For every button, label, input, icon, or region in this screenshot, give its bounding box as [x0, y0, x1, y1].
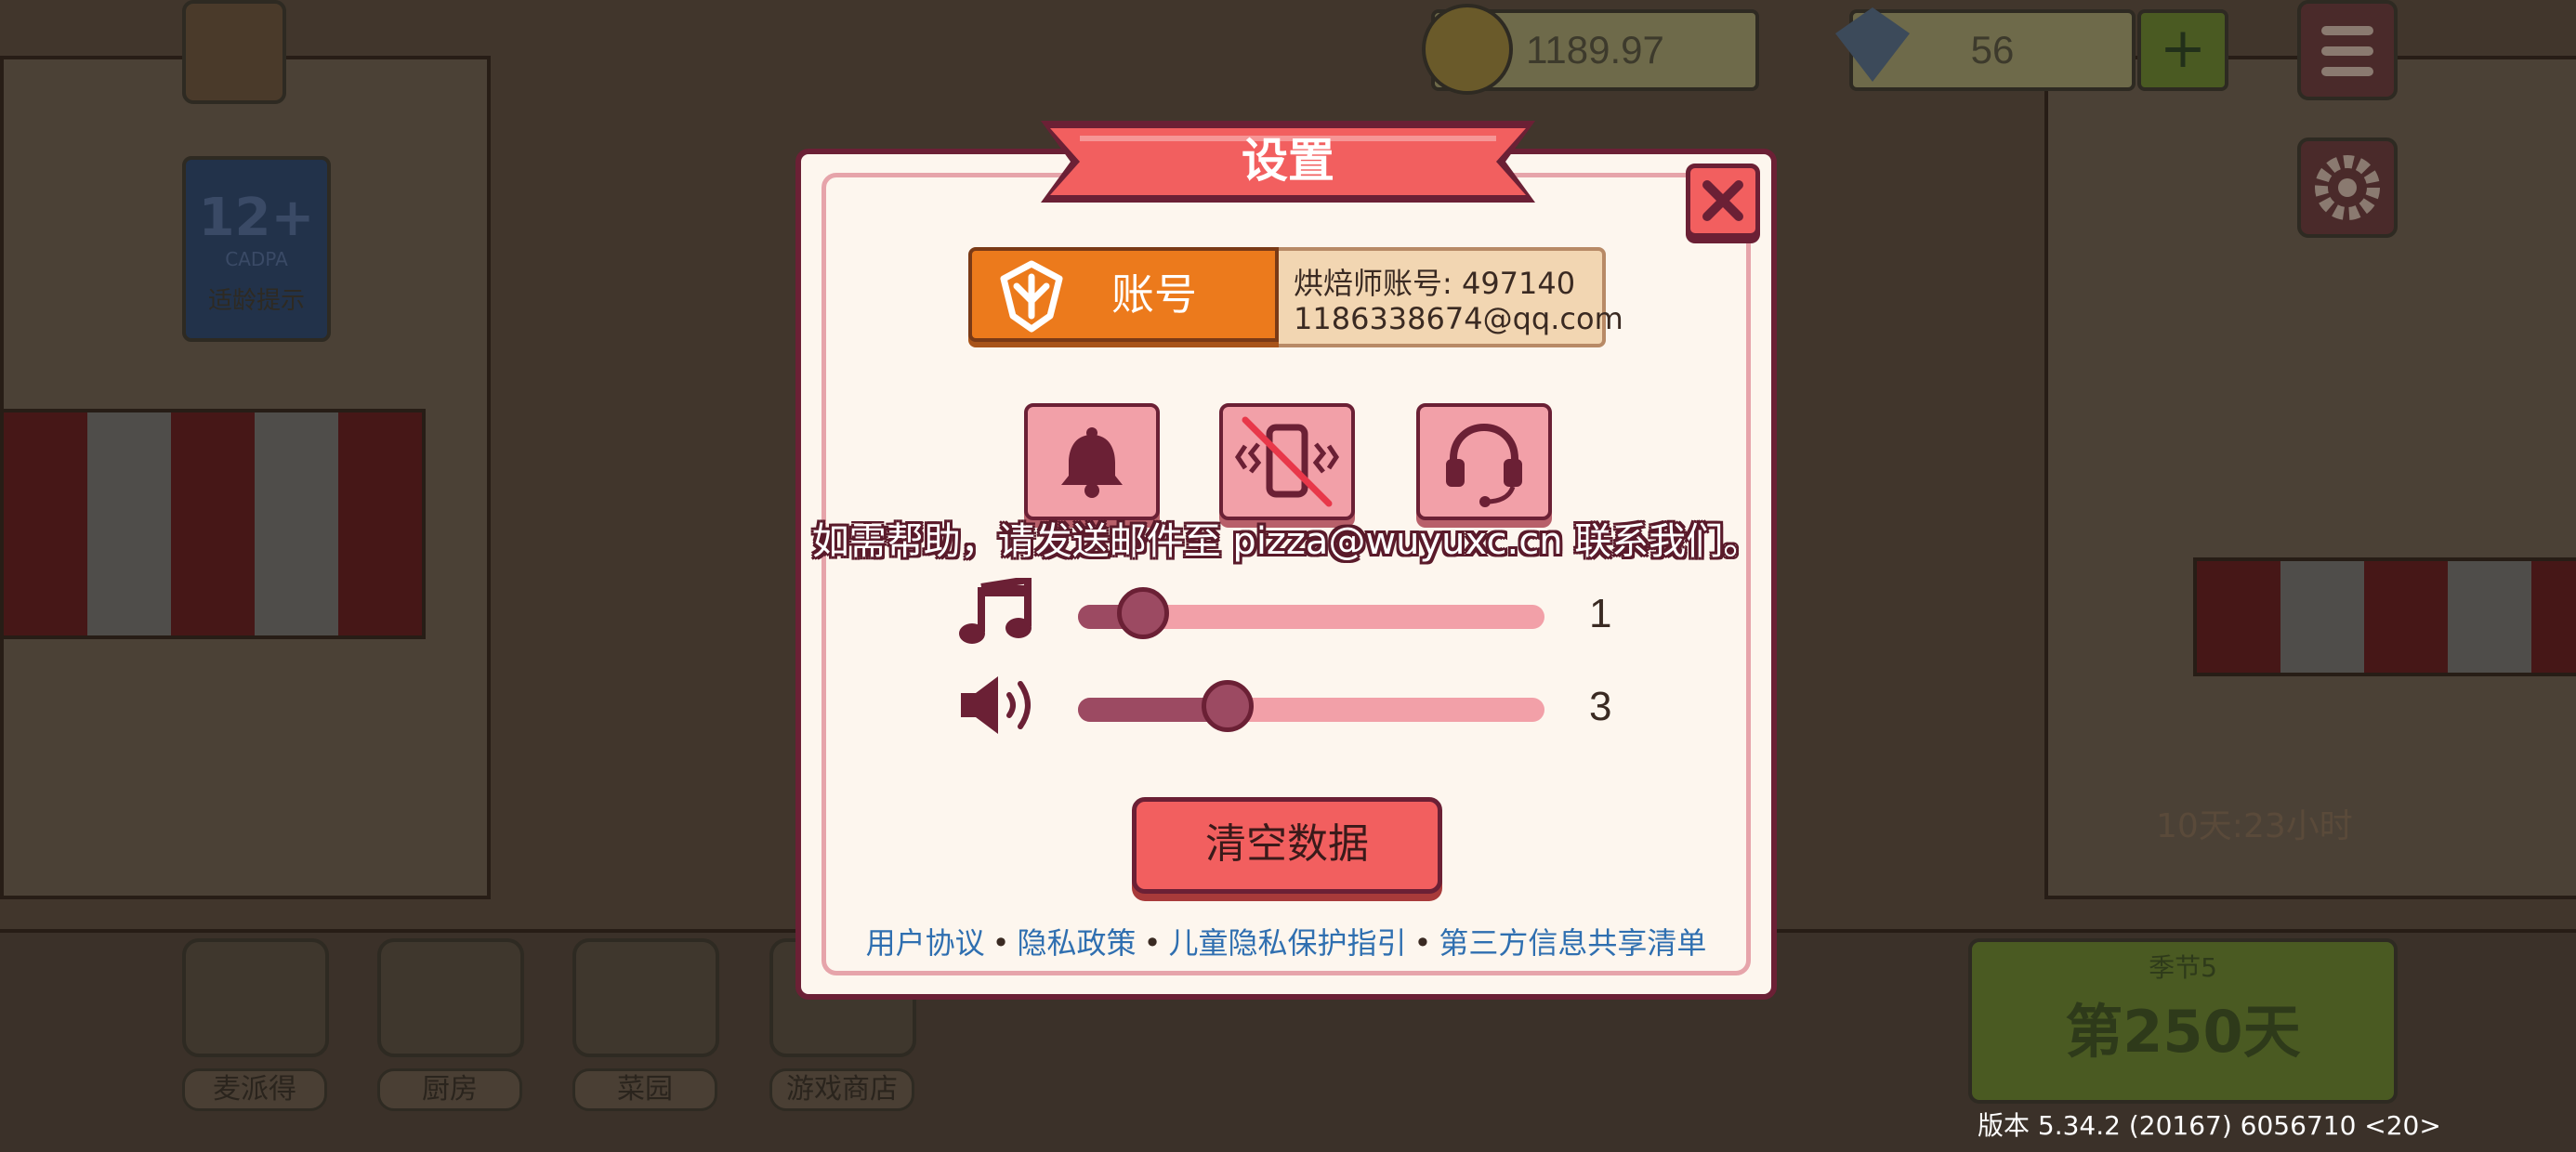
- link-separator: •: [1143, 925, 1162, 961]
- bell-icon: [1061, 427, 1123, 498]
- season-label: 季节5: [2149, 952, 2217, 983]
- help-contact-text: 如需帮助，请发送邮件至 pizza@wuyuxc.cn 联系我们。: [811, 520, 1761, 563]
- sound-slider-knob[interactable]: [1201, 680, 1254, 732]
- add-gems-button[interactable]: +: [2137, 9, 2228, 91]
- sound-volume-slider[interactable]: [1078, 680, 1544, 732]
- vibration-icon: [1234, 416, 1340, 507]
- age-rating-number: 12+: [198, 188, 315, 248]
- coin-value: 1189.97: [1526, 28, 1664, 72]
- gem-value: 56: [1970, 28, 2015, 72]
- age-rating-badge[interactable]: 12+ CADPA 适龄提示: [182, 156, 331, 342]
- headset-icon: [1446, 423, 1522, 507]
- speaker-icon: [961, 676, 1031, 734]
- baker-account-id: 烘焙师账号: 497140: [1294, 266, 1576, 301]
- privacy-policy-link[interactable]: 隐私政策: [1018, 925, 1137, 961]
- age-rating-caption: CADPA: [225, 248, 288, 270]
- account-button[interactable]: 账号: [968, 247, 1279, 342]
- nav-store-label: 游戏商店: [769, 1068, 914, 1111]
- music-note-icon: [959, 578, 1032, 644]
- hamburger-icon: [2321, 26, 2373, 76]
- clear-data-button[interactable]: 清空数据: [1132, 797, 1442, 894]
- gear-icon: [2315, 155, 2380, 220]
- close-button[interactable]: [1686, 164, 1760, 238]
- menu-button[interactable]: [2297, 0, 2398, 100]
- age-rating-label: 适龄提示: [207, 287, 305, 315]
- music-slider-knob[interactable]: [1117, 587, 1170, 639]
- legal-links: 用户协议 • 隐私政策 • 儿童隐私保护指引 • 第三方信息共享清单: [795, 920, 1777, 962]
- child-privacy-link[interactable]: 儿童隐私保护指引: [1168, 925, 1406, 961]
- third-party-sharing-link[interactable]: 第三方信息共享清单: [1439, 925, 1706, 961]
- music-volume-slider[interactable]: [1078, 587, 1544, 639]
- nav-garden-label: 菜园: [572, 1068, 717, 1111]
- account-logo-icon: [1000, 260, 1063, 333]
- nav-kitchen-button[interactable]: [377, 938, 524, 1057]
- event-timer: 10天:23小时: [2156, 807, 2353, 845]
- music-volume-value: 1: [1589, 591, 1612, 636]
- nav-kitchen-label: 厨房: [377, 1068, 522, 1111]
- user-agreement-link[interactable]: 用户协议: [866, 925, 985, 961]
- vibration-toggle[interactable]: [1219, 403, 1355, 520]
- event-button[interactable]: [182, 0, 286, 104]
- account-button-label: 账号: [1111, 269, 1197, 320]
- close-icon: [1702, 180, 1743, 221]
- dialog-title: 设置: [1242, 134, 1334, 188]
- day-panel[interactable]: 季节5 第250天: [1968, 938, 2398, 1104]
- sound-volume-value: 3: [1589, 684, 1612, 729]
- account-email: 1186338674@qq.com: [1294, 301, 1623, 336]
- notification-toggle[interactable]: [1024, 403, 1160, 520]
- customer-service-button[interactable]: [1416, 403, 1552, 520]
- nav-maipaide-button[interactable]: [182, 938, 329, 1057]
- nav-garden-button[interactable]: [572, 938, 719, 1057]
- link-separator: •: [1413, 925, 1432, 961]
- version-text: 版本 5.34.2 (20167) 6056710 <20>: [1978, 1110, 2441, 1141]
- day-label: 第250天: [2065, 998, 2301, 1066]
- nav-maipaide-label: 麦派得: [182, 1068, 327, 1111]
- account-info-panel: 烘焙师账号: 497140 1186338674@qq.com: [1279, 247, 1623, 347]
- link-separator: •: [992, 925, 1010, 961]
- settings-button[interactable]: [2297, 137, 2398, 238]
- coin-icon: [1422, 4, 1513, 95]
